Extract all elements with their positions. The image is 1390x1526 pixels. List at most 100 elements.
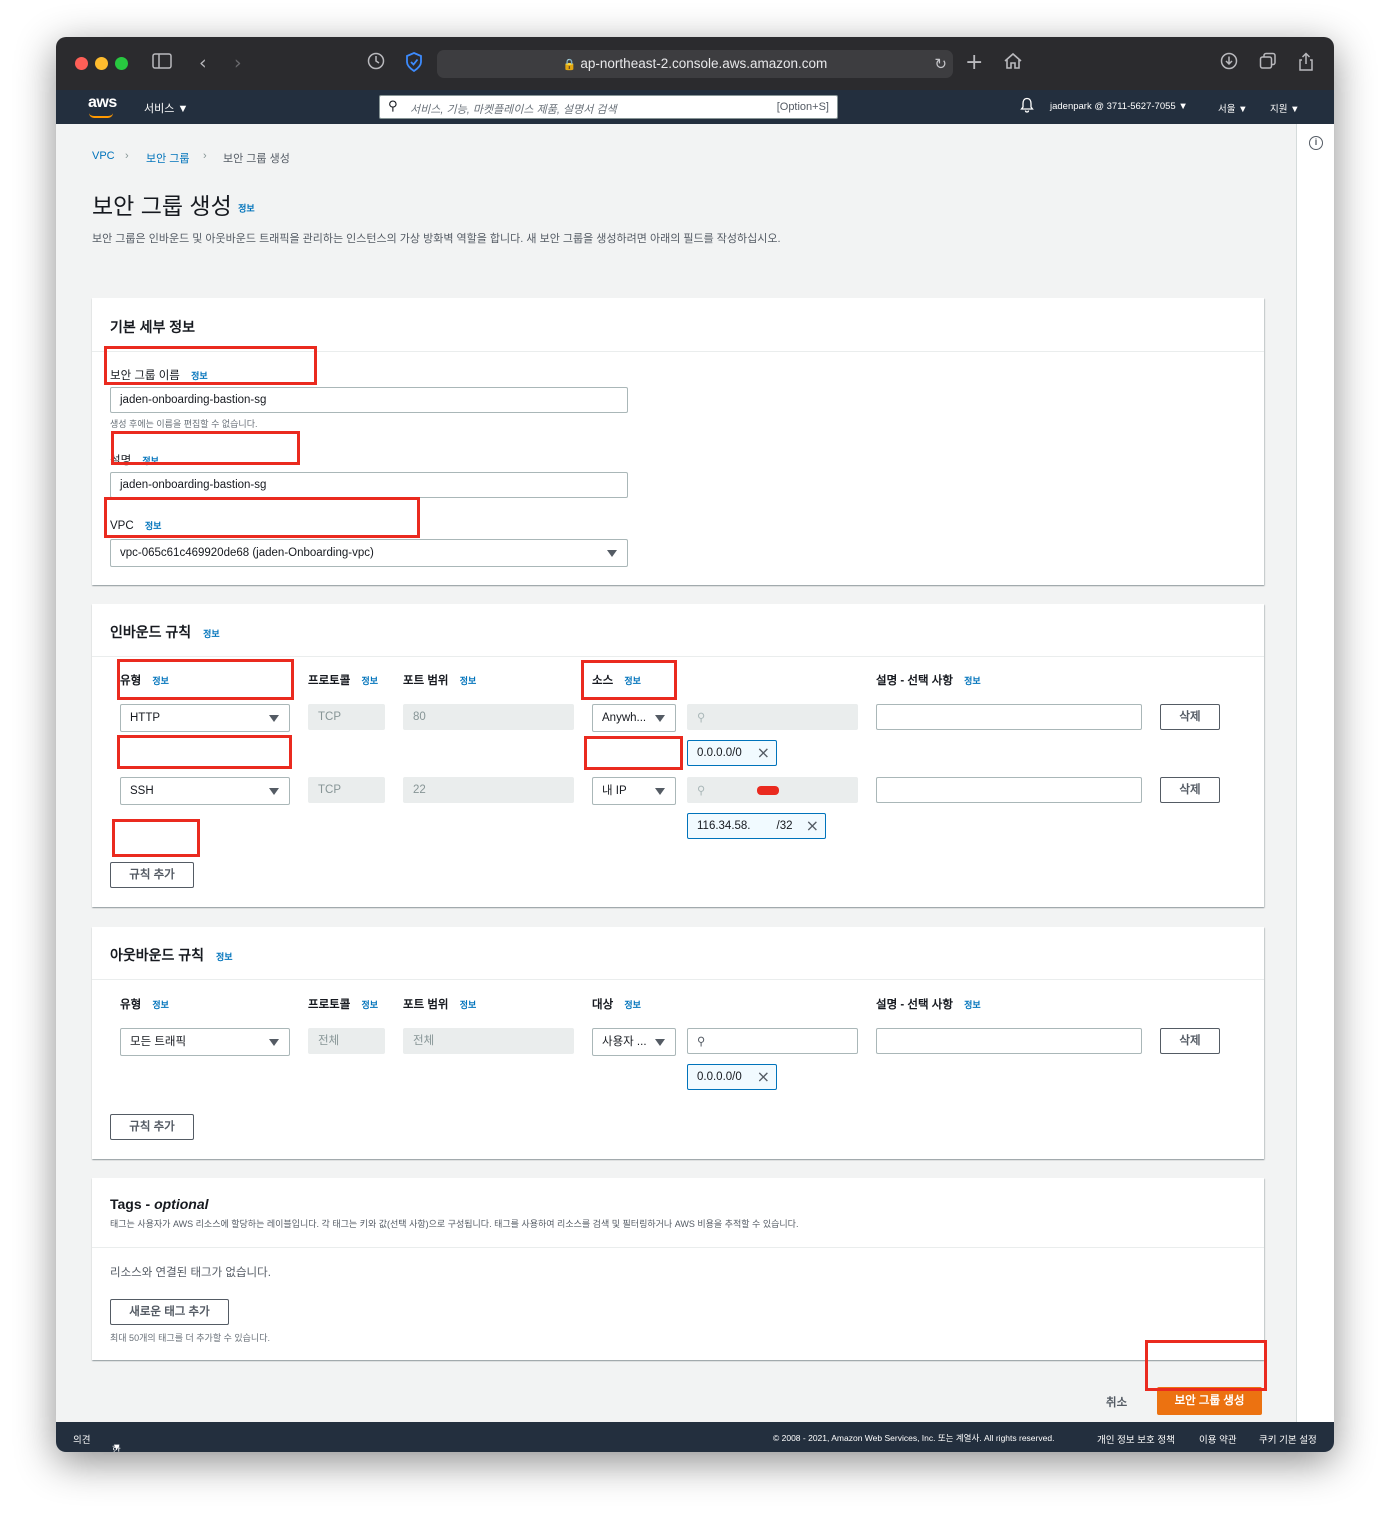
close-icon[interactable]: × — [757, 1065, 770, 1089]
region-label: 서울 — [1218, 104, 1236, 115]
browser-titlebar: ‹ › 🔒 ap-northeast-2.console.aws.amazon.c… — [56, 37, 1334, 90]
info-link[interactable]: 정보 — [362, 676, 379, 686]
forward-icon[interactable]: › — [234, 52, 242, 74]
services-label: 서비스 — [144, 103, 175, 115]
info-link[interactable]: 정보 — [964, 1000, 981, 1010]
breadcrumb-vpc[interactable]: VPC — [92, 150, 115, 162]
reload-icon[interactable]: ↻ — [934, 50, 947, 78]
rule-type-value: SSH — [130, 785, 154, 797]
address-bar[interactable]: 🔒 ap-northeast-2.console.aws.amazon.com ↻ — [437, 50, 953, 78]
info-link[interactable]: 정보 — [624, 1000, 641, 1010]
security-group-name-field[interactable]: jaden-onboarding-bastion-sg — [110, 387, 628, 413]
vpc-select[interactable]: vpc-065c61c469920de68 (jaden-Onboarding-… — [110, 539, 628, 567]
breadcrumb-security-groups[interactable]: 보안 그룹 — [146, 150, 190, 166]
cancel-button[interactable]: 취소 — [1106, 1394, 1127, 1410]
tags-limit-text: 최대 50개의 태그를 더 추가할 수 있습니다. — [110, 1333, 270, 1343]
terms-link[interactable]: 이용 약관 — [1199, 1432, 1237, 1446]
info-link[interactable]: 정보 — [460, 1000, 477, 1010]
services-menu[interactable]: 서비스 ▼ — [144, 100, 188, 116]
info-link[interactable]: 정보 — [203, 629, 220, 639]
destination-search-input[interactable]: ⚲ — [687, 1028, 858, 1054]
description-field[interactable]: jaden-onboarding-bastion-sg — [110, 472, 628, 498]
new-tab-icon[interactable]: + — [965, 52, 983, 74]
region-menu[interactable]: 서울 ▼ — [1218, 101, 1248, 115]
cidr-token-text: 116.34.58. — [697, 820, 751, 832]
aws-logo-smile-icon — [89, 113, 113, 118]
info-link[interactable]: 정보 — [964, 676, 981, 686]
download-icon[interactable] — [1220, 52, 1238, 75]
aws-logo[interactable]: aws — [88, 94, 117, 112]
panel-header: 기본 세부 정보 — [92, 298, 1264, 352]
tags-description: 태그는 사용자가 AWS 리소스에 할당하는 레이블입니다. 각 태그는 키와 … — [110, 1219, 799, 1229]
info-link[interactable]: 정보 — [362, 1000, 379, 1010]
delete-rule-button[interactable]: 삭제 — [1160, 704, 1220, 730]
minimize-window-button[interactable] — [95, 57, 108, 70]
search-placeholder: 서비스, 기능, 마켓플레이스 제품, 설명서 검색 — [410, 104, 617, 116]
col-port-text: 포트 범위 — [403, 675, 449, 687]
cookie-preferences-link[interactable]: 쿠키 기본 설정 — [1259, 1432, 1317, 1446]
sidebar-icon[interactable] — [152, 52, 172, 74]
support-menu[interactable]: 지원 ▼ — [1270, 101, 1300, 115]
port-range-field: 전체 — [403, 1028, 574, 1054]
console-footer: 의견 한국어 ▼ © 2008 - 2021, Amazon Web Servi… — [56, 1422, 1334, 1452]
privacy-link[interactable]: 개인 정보 보호 정책 — [1097, 1432, 1175, 1446]
home-icon[interactable] — [1003, 52, 1023, 75]
close-window-button[interactable] — [75, 57, 88, 70]
chevron-down-icon: ▼ — [177, 103, 189, 115]
source-search-input[interactable]: ⚲ — [687, 704, 858, 730]
zoom-window-button[interactable] — [115, 57, 128, 70]
breadcrumb-separator-icon: › — [203, 150, 207, 162]
rule-type-select[interactable]: HTTP — [120, 704, 290, 732]
feedback-link[interactable]: 의견 — [73, 1432, 90, 1446]
lock-icon: 🔒 — [562, 59, 577, 71]
cidr-token-text: 0.0.0.0/0 — [697, 1071, 742, 1083]
search-icon: ⚲ — [388, 99, 398, 114]
console-search-input[interactable]: ⚲ 서비스, 기능, 마켓플레이스 제품, 설명서 검색 [Option+S] — [379, 95, 838, 119]
col-type: 유형 정보 — [120, 996, 169, 1012]
create-security-group-button[interactable]: 보안 그룹 생성 — [1157, 1387, 1262, 1415]
rule-type-value: 모든 트래픽 — [130, 1036, 187, 1048]
col-protocol-text: 프로토콜 — [308, 999, 351, 1011]
rule-type-select[interactable]: SSH — [120, 777, 290, 805]
info-icon[interactable]: i — [1309, 136, 1323, 150]
panel-title: 아웃바운드 규칙 정보 — [110, 945, 233, 965]
col-desc-text: 설명 - 선택 사항 — [876, 675, 953, 687]
destination-value: 사용자 ... — [602, 1036, 647, 1048]
notifications-bell-icon[interactable] — [1020, 97, 1034, 116]
add-outbound-rule-button[interactable]: 규칙 추가 — [110, 1114, 194, 1140]
source-select[interactable]: 내 IP — [592, 777, 676, 805]
rule-description-field[interactable] — [876, 704, 1142, 730]
highlight-box — [117, 735, 292, 769]
delete-rule-button[interactable]: 삭제 — [1160, 1028, 1220, 1054]
search-icon: ⚲ — [697, 1034, 706, 1048]
search-icon: ⚲ — [697, 710, 706, 724]
cidr-token-suffix: /32 — [776, 820, 793, 832]
account-menu[interactable]: jadenpark @ 3711-5627-7055 ▼ — [1050, 101, 1188, 112]
history-icon[interactable] — [367, 52, 385, 75]
inbound-title-text: 인바운드 규칙 — [110, 624, 192, 640]
tabs-overview-icon[interactable] — [1259, 52, 1277, 75]
back-icon[interactable]: ‹ — [199, 52, 207, 74]
rule-description-field[interactable] — [876, 1028, 1142, 1054]
source-select[interactable]: Anywh... — [592, 704, 676, 732]
info-link[interactable]: 정보 — [152, 1000, 169, 1010]
info-link[interactable]: 정보 — [216, 952, 233, 962]
add-inbound-rule-button[interactable]: 규칙 추가 — [110, 862, 194, 888]
chevron-down-icon — [269, 1039, 279, 1046]
outbound-title-text: 아웃바운드 규칙 — [110, 947, 205, 963]
close-icon[interactable]: × — [806, 814, 819, 838]
highlight-box — [1145, 1340, 1267, 1391]
shield-icon[interactable] — [405, 52, 423, 77]
delete-rule-button[interactable]: 삭제 — [1160, 777, 1220, 803]
share-icon[interactable] — [1297, 52, 1315, 77]
search-icon: ⚲ — [697, 783, 706, 797]
add-new-tag-button[interactable]: 새로운 태그 추가 — [110, 1299, 229, 1325]
close-icon[interactable]: × — [757, 741, 770, 765]
rule-description-field[interactable] — [876, 777, 1142, 803]
col-desc-text: 설명 - 선택 사항 — [876, 999, 953, 1011]
destination-select[interactable]: 사용자 ... — [592, 1028, 676, 1056]
no-tags-text: 리소스와 연결된 태그가 없습니다. — [110, 1267, 271, 1279]
info-link[interactable]: 정보 — [460, 676, 477, 686]
page-info-link[interactable]: 정보 — [238, 203, 255, 213]
rule-type-select[interactable]: 모든 트래픽 — [120, 1028, 290, 1056]
